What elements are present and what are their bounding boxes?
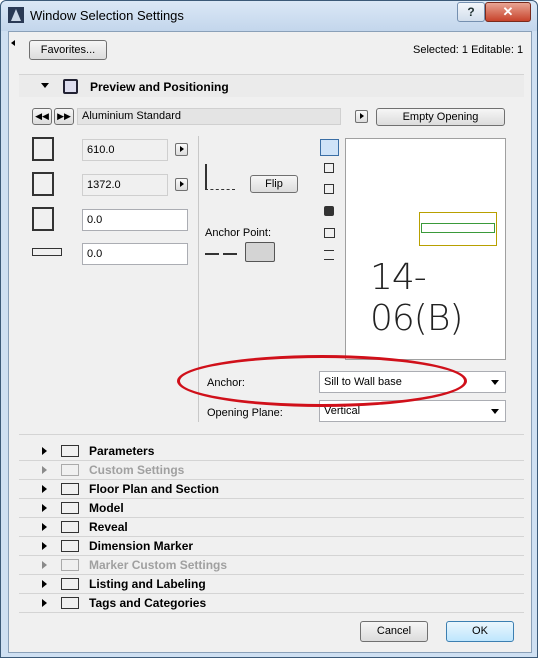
expanded-arrow-icon (41, 83, 49, 88)
section-dimension-marker[interactable]: Dimension Marker (19, 537, 524, 556)
chevron-down-icon (491, 409, 499, 414)
section-model[interactable]: Model (19, 499, 524, 518)
view-elevation-icon[interactable] (320, 139, 339, 156)
view-3d-icon[interactable] (324, 206, 334, 216)
preview-section-title: Preview and Positioning (90, 80, 229, 94)
flip-button[interactable]: Flip (250, 175, 298, 193)
collapsed-arrow-icon (42, 523, 47, 531)
anchor-point-selected-icon[interactable] (245, 242, 275, 262)
preview-section-header[interactable]: Preview and Positioning (19, 74, 524, 97)
tags-icon (61, 597, 79, 609)
help-button[interactable]: ? (457, 2, 485, 22)
view-axon-icon[interactable] (324, 184, 334, 194)
library-part-menu-button[interactable] (355, 110, 368, 123)
collapsed-arrow-icon (42, 504, 47, 512)
collapsed-arrow-icon (42, 542, 47, 550)
preview-panel: 14-06(B) (345, 138, 506, 360)
reveal-depth-field[interactable]: 0.0 (82, 243, 188, 265)
next-part-button[interactable]: ▶▶ (54, 108, 74, 125)
section-label: Model (89, 501, 124, 515)
section-marker-custom-settings: Marker Custom Settings (19, 556, 524, 575)
dialog-client-area: Favorites... Selected: 1 Editable: 1 Pre… (8, 31, 532, 653)
section-custom-settings: Custom Settings (19, 461, 524, 480)
section-floor-plan[interactable]: Floor Plan and Section (19, 480, 524, 499)
window-id-label: 14-06(B) (370, 257, 463, 339)
selection-info: Selected: 1 Editable: 1 (413, 44, 524, 56)
window-preview-drawing (419, 212, 497, 246)
section-parameters[interactable]: Parameters (19, 442, 524, 461)
collapsed-arrow-icon (42, 580, 47, 588)
section-tags-categories[interactable]: Tags and Categories (19, 594, 524, 613)
ok-button[interactable]: OK (446, 621, 514, 642)
view-plan-icon[interactable] (324, 163, 334, 173)
collapsed-arrow-icon (42, 599, 47, 607)
title-bar[interactable]: Window Selection Settings ? ✕ (1, 1, 537, 31)
sill-height-icon (32, 207, 54, 231)
reveal-icon (61, 521, 79, 533)
preview-section-icon (63, 79, 78, 94)
flip-icon (205, 164, 235, 190)
floor-plan-icon (61, 483, 79, 495)
collapsed-arrow-icon (42, 561, 47, 569)
reveal-depth-icon (32, 248, 62, 256)
section-label: Listing and Labeling (89, 577, 206, 591)
section-label: Floor Plan and Section (89, 482, 220, 496)
marker-custom-settings-icon (61, 559, 79, 571)
sill-height-field[interactable]: 0.0 (82, 209, 188, 231)
height-icon (32, 172, 54, 196)
dimension-marker-icon (61, 540, 79, 552)
close-button[interactable]: ✕ (485, 2, 531, 22)
collapsed-arrow-icon (42, 447, 47, 455)
custom-settings-icon (61, 464, 79, 476)
section-label: Parameters (89, 444, 155, 458)
annotation-highlight-ellipse (177, 355, 467, 407)
section-separator (19, 434, 524, 435)
favorites-button[interactable]: Favorites... (29, 40, 107, 60)
section-label: Marker Custom Settings (89, 558, 228, 572)
height-field[interactable]: 1372.0 (82, 174, 168, 196)
opening-plane-label: Opening Plane: (207, 407, 283, 419)
anchor-point-middle-icon[interactable] (223, 247, 237, 255)
prev-part-button[interactable]: ◀◀ (32, 108, 52, 125)
section-reveal[interactable]: Reveal (19, 518, 524, 537)
section-listing-labeling[interactable]: Listing and Labeling (19, 575, 524, 594)
anchor-point-left-icon[interactable] (205, 247, 219, 255)
view-list-icon[interactable] (324, 250, 334, 260)
height-menu-button[interactable] (175, 178, 188, 191)
model-icon (61, 502, 79, 514)
window-title: Window Selection Settings (30, 8, 184, 23)
cancel-button[interactable]: Cancel (360, 621, 428, 642)
collapsed-arrow-icon (42, 485, 47, 493)
row-separator (19, 612, 524, 613)
collapse-panel-icon[interactable] (11, 40, 15, 46)
section-label: Custom Settings (89, 463, 185, 477)
width-icon (32, 137, 54, 161)
section-label: Tags and Categories (89, 596, 207, 610)
width-menu-button[interactable] (175, 143, 188, 156)
section-label: Dimension Marker (89, 539, 194, 553)
window-preview-glass (421, 223, 495, 233)
view-section-icon[interactable] (324, 228, 335, 238)
section-label: Reveal (89, 520, 128, 534)
archicad-app-icon (8, 7, 24, 23)
empty-opening-button[interactable]: Empty Opening (376, 108, 505, 126)
chevron-down-icon (491, 380, 499, 385)
parameters-icon (61, 445, 79, 457)
listing-icon (61, 578, 79, 590)
dialog-window: Window Selection Settings ? ✕ Favorites.… (0, 0, 538, 658)
collapsed-arrow-icon (42, 466, 47, 474)
width-field[interactable]: 610.0 (82, 139, 168, 161)
anchor-point-label: Anchor Point: (205, 227, 272, 239)
library-part-name: Aluminium Standard (77, 108, 341, 125)
